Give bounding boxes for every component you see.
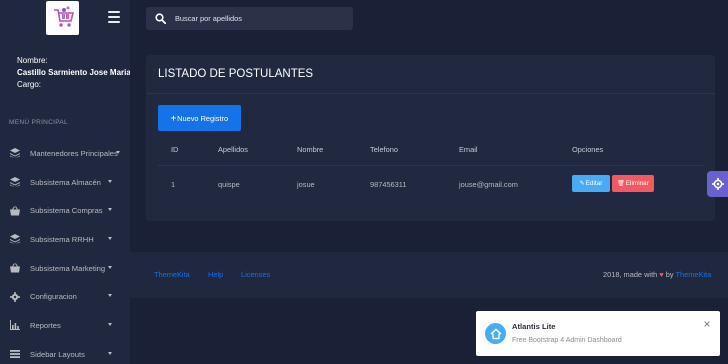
footer-copyright: 2018, made with ♥ by ThemeKita [603, 270, 711, 279]
sidebar-item-rrhh[interactable]: Subsistema RRHH [0, 225, 130, 254]
layers-icon [9, 234, 20, 245]
basket-icon [9, 205, 20, 216]
sidebar-item-layouts[interactable]: Sidebar Layouts [0, 340, 130, 364]
close-icon[interactable]: × [702, 318, 712, 330]
column-header-email: Email [459, 145, 478, 154]
sidebar-item-label: Configuracion [30, 292, 77, 302]
column-header-telefono: Telefono [370, 145, 398, 154]
edit-button[interactable]: ✎ Editar [572, 175, 610, 192]
sidebar-item-mantenedores[interactable]: Mantenedores Principales [0, 139, 130, 168]
chevron-down-icon [108, 208, 112, 212]
user-name: Castillo Sarmiento Jose Maria Hernan [17, 68, 130, 77]
column-header-opciones: Opciones [572, 145, 604, 154]
chevron-down-icon [108, 294, 112, 298]
column-header-apellidos: Apellidos [218, 145, 248, 154]
chevron-down-icon [108, 237, 112, 241]
home-icon [485, 323, 506, 344]
shopping-cart-logo-icon [49, 4, 76, 32]
sidebar: Nombre: Castillo Sarmiento Jose Maria He… [0, 0, 130, 364]
chevron-down-icon [116, 151, 120, 154]
sidebar-nav: Mantenedores Principales Subsistema Alma… [0, 139, 130, 364]
trash-icon: 🗑 [617, 181, 625, 187]
sidebar-item-label: Subsistema RRHH [30, 234, 94, 244]
new-record-button[interactable]: + Nuevo Registro [158, 105, 241, 131]
basket-icon [9, 263, 20, 274]
user-info: Nombre: Castillo Sarmiento Jose Maria He… [17, 55, 130, 91]
sidebar-item-reportes[interactable]: Reportes [0, 311, 130, 340]
copyright-by: by [665, 270, 674, 279]
menu-toggle-icon[interactable] [108, 11, 120, 23]
footer-link-themekita[interactable]: ThemeKita [154, 270, 190, 279]
heart-icon: ♥ [659, 270, 664, 279]
logo[interactable] [46, 1, 79, 35]
edit-label: Editar [585, 180, 603, 187]
card-divider [146, 93, 715, 94]
footer-link-help[interactable]: Help [208, 270, 223, 279]
sidebar-item-label: Subsistema Marketing [30, 263, 106, 273]
layers-icon [9, 148, 20, 159]
user-name-label: Nombre: [17, 56, 48, 65]
cell-telefono: 987456311 [370, 180, 407, 189]
chart-icon [9, 320, 20, 331]
delete-button[interactable]: 🗑 Eliminar [612, 175, 654, 192]
bars-icon [9, 349, 20, 360]
footer: ThemeKita Help Licenses 2018, made with … [130, 252, 728, 298]
chevron-down-icon [108, 179, 112, 183]
copyright-prefix: 2018, made with [603, 270, 658, 279]
copyright-brand-link[interactable]: ThemeKita [675, 270, 711, 279]
card-title: LISTADO DE POSTULANTES [158, 68, 314, 80]
sidebar-item-compras[interactable]: Subsistema Compras [0, 196, 130, 225]
delete-label: Eliminar [625, 180, 649, 187]
gear-icon [711, 178, 724, 190]
cell-apellidos: quispe [218, 180, 240, 189]
sidebar-item-almacen[interactable]: Subsistema Almacén [0, 168, 130, 197]
menu-section-label: MENÚ PRINCIPAL [9, 119, 68, 126]
plus-icon: + [170, 113, 177, 123]
layers-icon [9, 177, 20, 188]
notification-toast: Atlantis Lite Free Bootstrap 4 Admin Das… [476, 311, 720, 356]
footer-link-licenses[interactable]: Licenses [241, 270, 270, 279]
chevron-down-icon [108, 265, 112, 269]
chevron-down-icon [108, 351, 112, 355]
toast-message: Free Bootstrap 4 Admin Dashboard [512, 337, 622, 344]
settings-toggle-button[interactable] [707, 171, 728, 197]
sidebar-item-label: Mantenedores Principales [30, 148, 118, 158]
sidebar-item-label: Subsistema Compras [30, 206, 103, 216]
search-input[interactable] [175, 14, 345, 23]
edit-icon: ✎ [579, 181, 585, 187]
logo-area [0, 0, 130, 36]
gear-icon [9, 291, 20, 302]
postulantes-card: LISTADO DE POSTULANTES + Nuevo Registro … [146, 55, 715, 221]
sidebar-item-label: Subsistema Almacén [30, 177, 101, 187]
new-record-label: Nuevo Registro [177, 113, 229, 123]
column-header-nombre: Nombre [297, 145, 324, 154]
chevron-down-icon [108, 323, 112, 327]
table-header-divider [158, 165, 705, 166]
toast-title: Atlantis Lite [512, 322, 556, 331]
sidebar-item-label: Reportes [30, 320, 61, 330]
sidebar-item-marketing[interactable]: Subsistema Marketing [0, 254, 130, 283]
sidebar-item-configuracion[interactable]: Configuracion [0, 282, 130, 311]
search-icon[interactable] [155, 13, 166, 24]
user-role-label: Cargo: [17, 80, 42, 89]
column-header-id: ID [171, 145, 179, 154]
search-bar [146, 7, 353, 30]
cell-nombre: josue [297, 180, 315, 189]
cell-id: 1 [171, 180, 176, 189]
sidebar-item-label: Sidebar Layouts [30, 349, 85, 359]
cell-email: jouse@gmail.com [459, 180, 518, 189]
